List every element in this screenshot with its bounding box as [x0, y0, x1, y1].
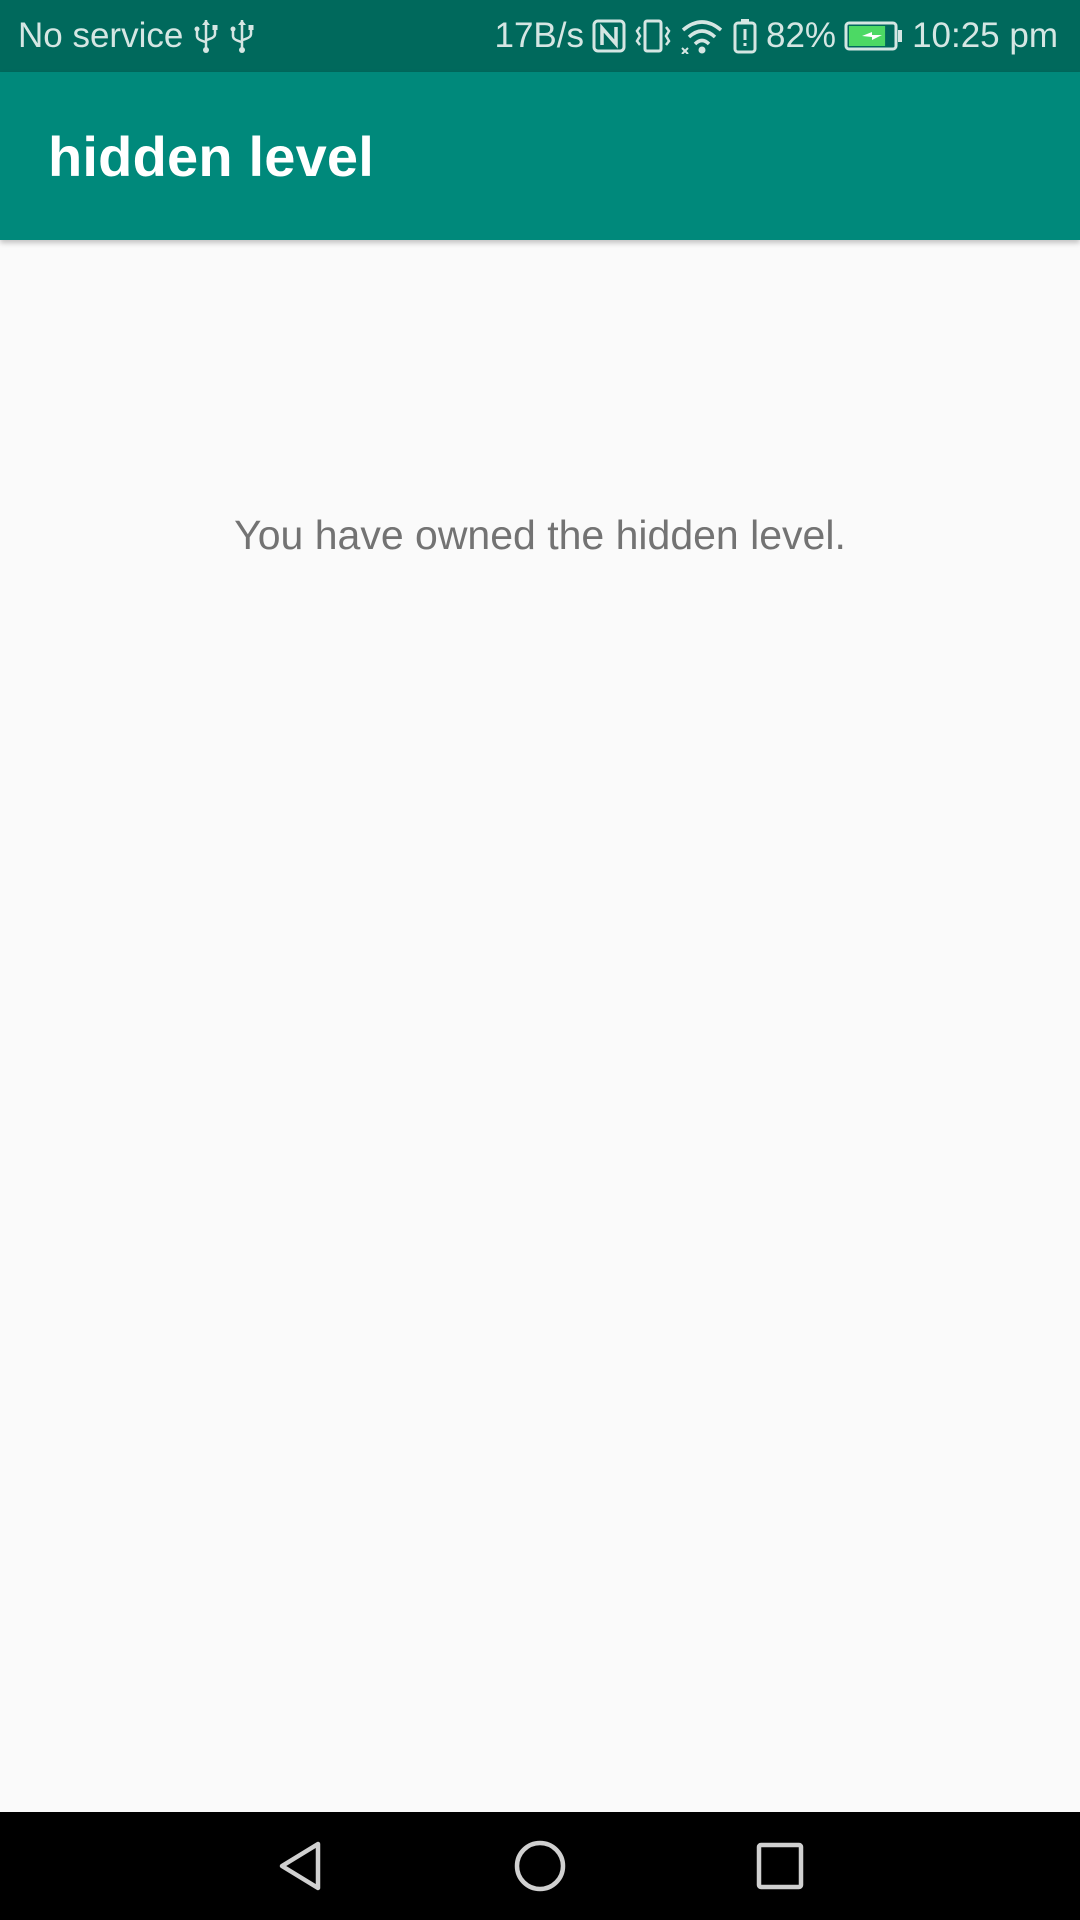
vibrate-icon — [634, 16, 672, 56]
back-icon — [279, 1841, 321, 1891]
screen: No service 17B/s 82% 10:25 pm hidden lev… — [0, 0, 1080, 1920]
time-text: 10:25 pm — [912, 16, 1058, 55]
status-right: 17B/s 82% 10:25 pm — [495, 0, 1059, 72]
content-area: You have owned the hidden level. — [0, 240, 1080, 1812]
back-button[interactable] — [270, 1836, 330, 1896]
recents-icon — [756, 1842, 804, 1890]
battery-percent-text: 82% — [766, 16, 837, 55]
navigation-bar — [0, 1812, 1080, 1920]
status-bar: No service 17B/s 82% 10:25 pm — [0, 0, 1080, 72]
usb-icon — [193, 16, 219, 56]
nfc-icon — [592, 16, 626, 56]
carrier-text: No service — [18, 16, 184, 55]
battery-alert-icon — [732, 16, 758, 56]
battery-charging-icon — [844, 16, 904, 56]
status-left: No service — [18, 0, 255, 72]
net-speed-text: 17B/s — [494, 16, 585, 55]
app-bar: hidden level — [0, 72, 1080, 240]
app-title: hidden level — [48, 124, 375, 188]
wifi-icon — [680, 16, 724, 56]
recents-button[interactable] — [750, 1836, 810, 1896]
home-icon — [514, 1840, 566, 1892]
usb-icon — [229, 16, 255, 56]
hidden-level-message: You have owned the hidden level. — [234, 512, 846, 558]
home-button[interactable] — [510, 1836, 570, 1896]
